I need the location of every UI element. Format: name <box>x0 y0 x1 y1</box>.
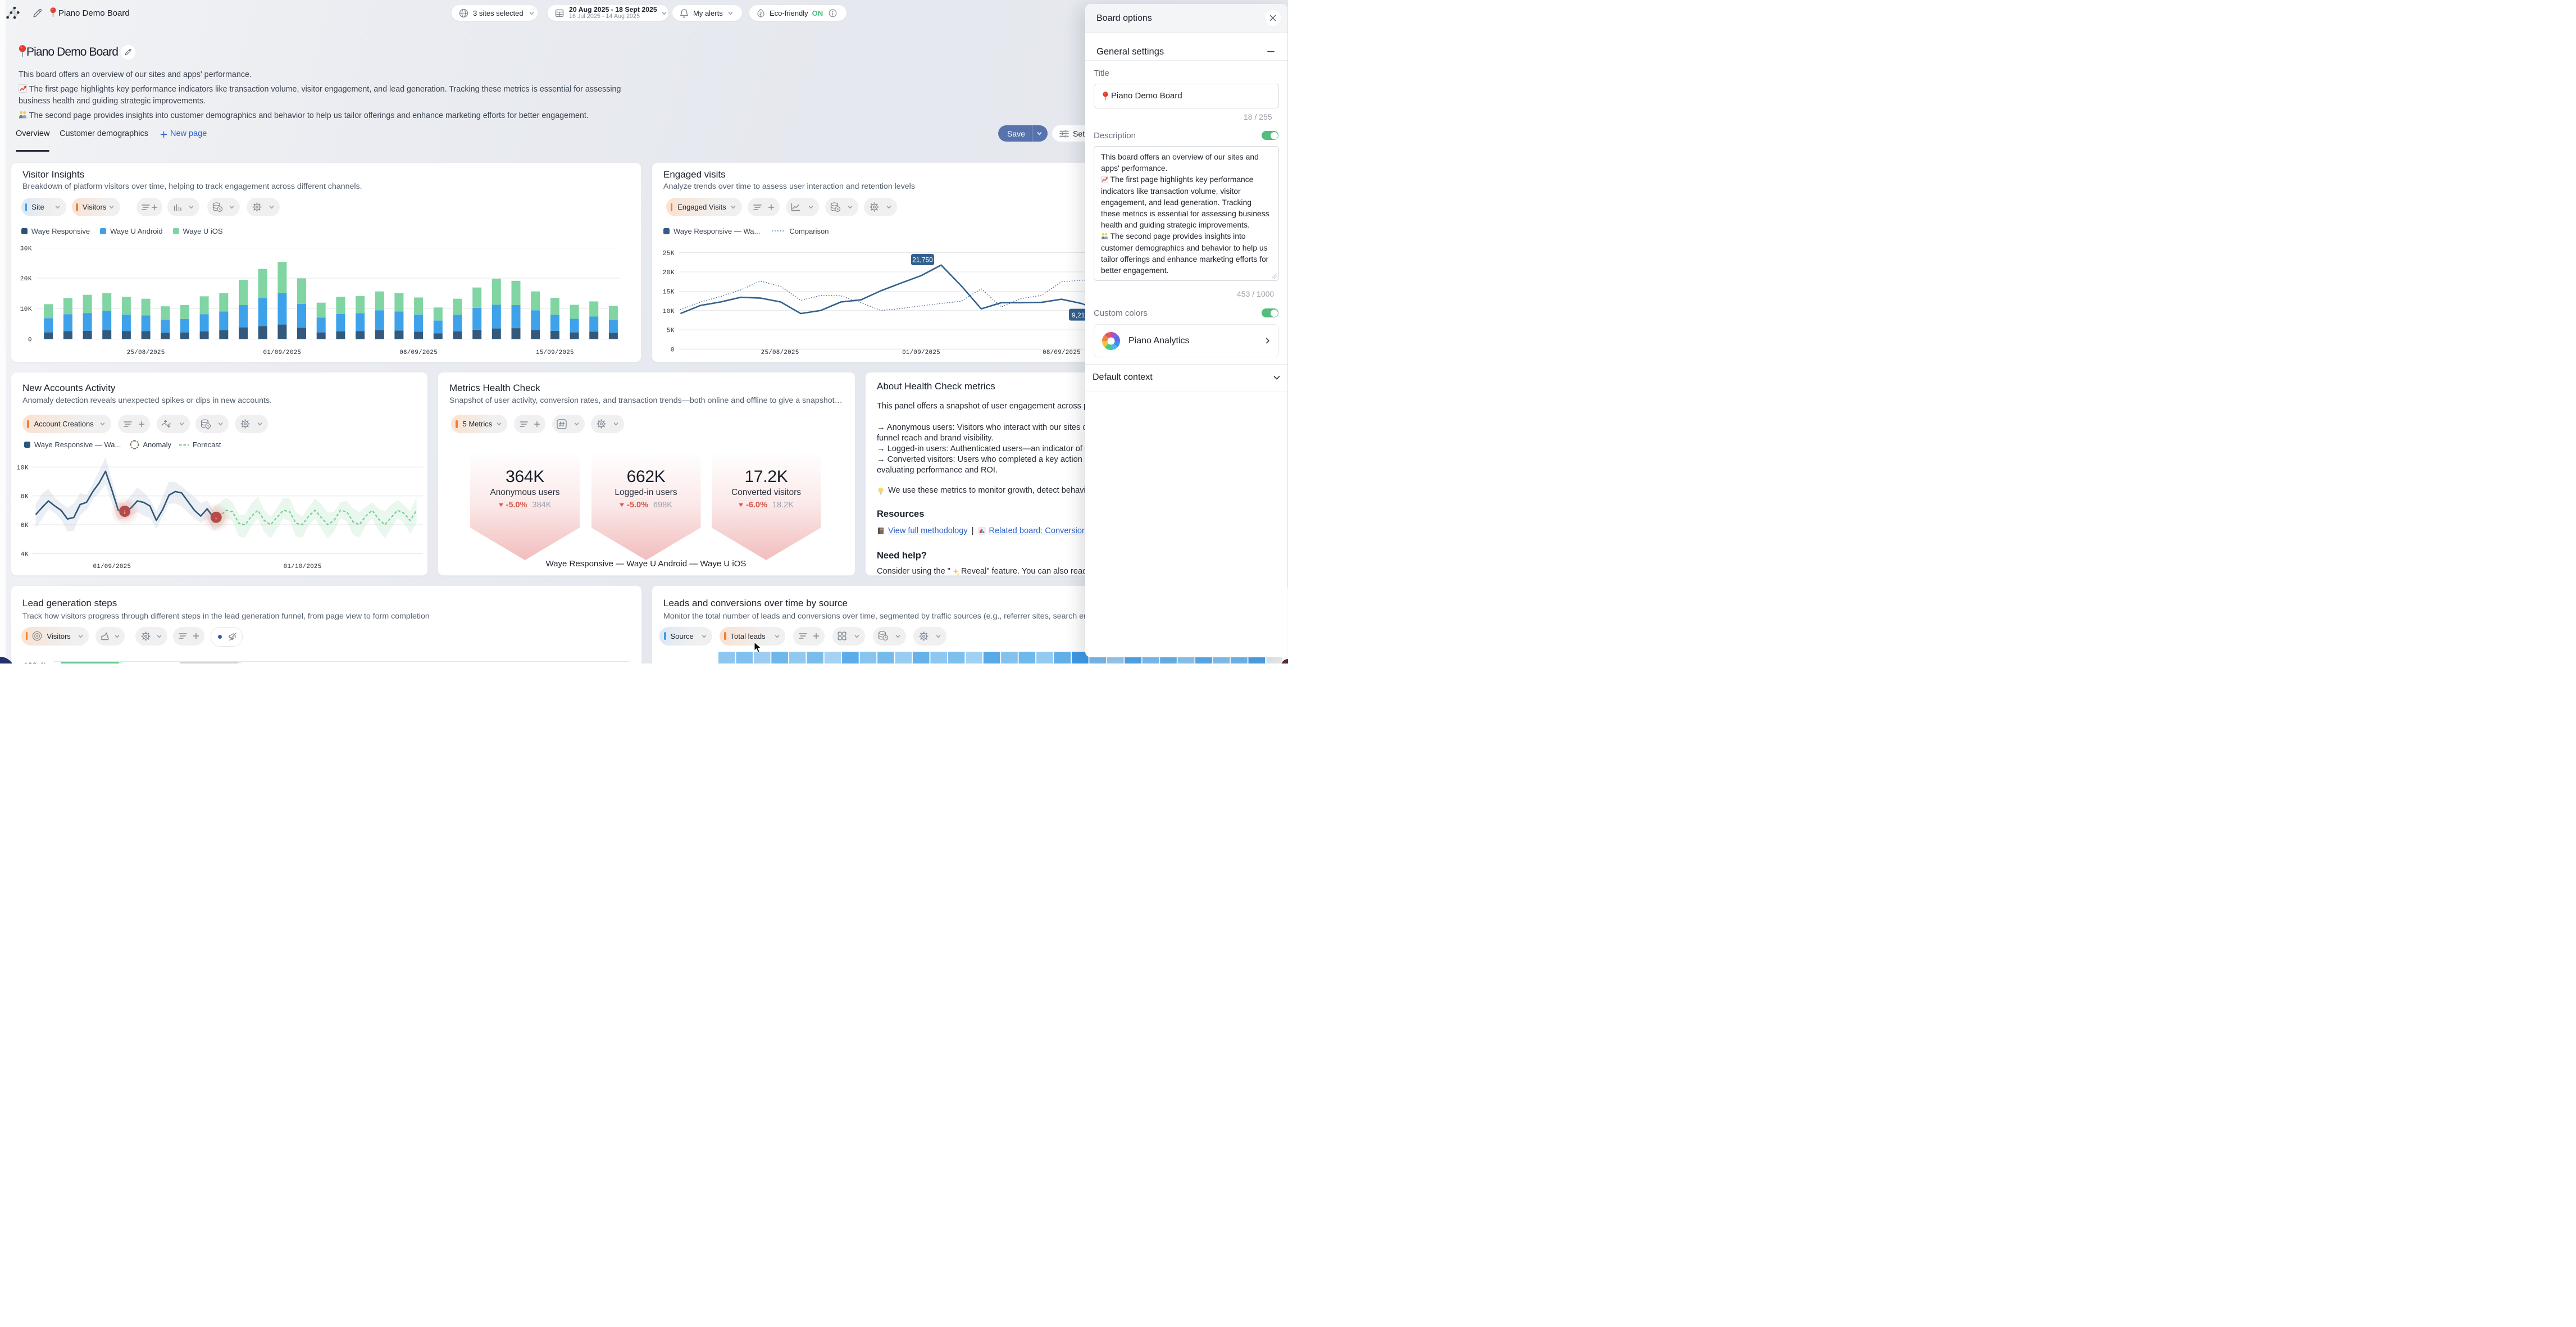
svg-text:0: 0 <box>671 347 675 353</box>
svg-text:01/09/2025: 01/09/2025 <box>902 349 940 356</box>
svg-text:4K: 4K <box>21 551 29 558</box>
svg-text:6K: 6K <box>21 522 29 529</box>
svg-text:30K: 30K <box>20 246 32 253</box>
svg-text:15/09/2025: 15/09/2025 <box>536 349 574 356</box>
svg-text:10K: 10K <box>20 306 32 313</box>
svg-text:15K: 15K <box>663 289 675 296</box>
svg-text:25K: 25K <box>663 251 675 257</box>
svg-text:100 %: 100 % <box>24 661 45 664</box>
svg-text:0: 0 <box>28 337 32 344</box>
svg-text:01/10/2025: 01/10/2025 <box>284 563 322 570</box>
svg-text:↓: ↓ <box>123 508 126 515</box>
svg-text:8K: 8K <box>21 494 29 501</box>
svg-text:08/09/2025: 08/09/2025 <box>1043 349 1081 356</box>
svg-text:10K: 10K <box>17 465 29 471</box>
svg-text:01/09/2025: 01/09/2025 <box>93 563 131 570</box>
svg-text:5K: 5K <box>667 328 675 334</box>
svg-text:20K: 20K <box>20 276 32 283</box>
svg-text:9,21: 9,21 <box>1072 311 1085 319</box>
svg-text:25/08/2025: 25/08/2025 <box>761 349 799 356</box>
svg-text:↓: ↓ <box>215 515 218 521</box>
svg-text:21,750: 21,750 <box>912 256 933 264</box>
svg-text:25/08/2025: 25/08/2025 <box>127 349 165 356</box>
svg-text:08/09/2025: 08/09/2025 <box>399 349 438 356</box>
svg-text:20K: 20K <box>663 270 675 276</box>
svg-text:10K: 10K <box>663 308 675 315</box>
svg-text:01/09/2025: 01/09/2025 <box>263 349 302 356</box>
